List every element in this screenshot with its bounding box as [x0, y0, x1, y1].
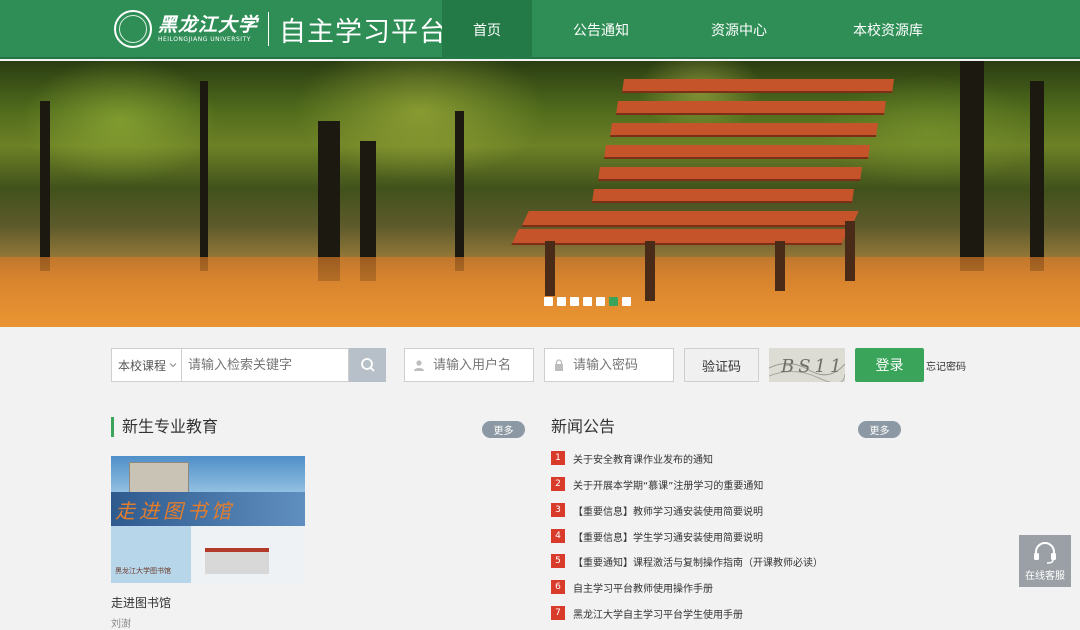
online-service-label: 在线客服 [1025, 570, 1065, 582]
course-card-title[interactable]: 走进图书馆 [111, 594, 171, 611]
chevron-down-icon [169, 363, 177, 368]
search-icon [360, 358, 375, 372]
bench-illustration [505, 71, 905, 301]
freshman-education-title: 新生专业教育 [111, 417, 218, 437]
course-card-author: 刘澍 [111, 619, 131, 630]
user-icon [405, 359, 433, 371]
platform-title: 自主学习平台 [279, 16, 448, 48]
carousel-dot[interactable] [596, 297, 605, 306]
search-button[interactable] [349, 348, 386, 382]
carousel-dot[interactable] [583, 297, 592, 306]
news-more-button[interactable]: 更多 [858, 421, 901, 438]
captcha-text: BS11 [780, 356, 845, 377]
nav-item-school-library[interactable]: 本校资源库 [808, 0, 968, 59]
nav-item-announcements[interactable]: 公告通知 [532, 0, 670, 59]
news-item[interactable]: 4 【重要信息】学生学习通安装使用简要说明 [551, 528, 763, 544]
news-rank-badge: 5 [551, 554, 565, 568]
news-item[interactable]: 1 关于安全教育课作业发布的通知 [551, 450, 713, 466]
news-item[interactable]: 7 黑龙江大学自主学习平台学生使用手册 [551, 605, 743, 621]
news-item-title: 自主学习平台教师使用操作手册 [573, 583, 713, 595]
card-image-text: 走进图书馆 [115, 499, 235, 523]
carousel-dots [544, 297, 631, 306]
news-title: 新闻公告 [551, 417, 616, 436]
news-item[interactable]: 6 自主学习平台教师使用操作手册 [551, 579, 713, 595]
news-rank-badge: 3 [551, 503, 565, 517]
forgot-password-link[interactable]: 忘记密码 [926, 358, 966, 373]
username-field[interactable] [404, 348, 534, 382]
login-button[interactable]: 登录 [855, 348, 924, 382]
password-input[interactable] [573, 350, 663, 380]
carousel-dot[interactable] [609, 297, 618, 306]
captcha-image[interactable]: BS11 [769, 348, 845, 382]
carousel-dot[interactable] [570, 297, 579, 306]
search-scope-select[interactable]: 本校课程 [111, 348, 181, 382]
news-item-title: 关于开展本学期“慕课”注册学习的重要通知 [573, 480, 764, 492]
news-item-title: 【重要信息】学生学习通安装使用简要说明 [573, 532, 763, 544]
news-item-title: 黑龙江大学自主学习平台学生使用手册 [573, 609, 743, 621]
news-rank-badge: 4 [551, 529, 565, 543]
news-item-title: 【重要信息】教师学习通安装使用简要说明 [573, 506, 763, 518]
card-image-caption: 黑龙江大学图书馆 [115, 567, 171, 575]
header-bar: 黑龙江大学 HEILONGJIANG UNIVERSITY 自主学习平台 首页 … [0, 0, 1080, 59]
news-item[interactable]: 3 【重要信息】教师学习通安装使用简要说明 [551, 502, 763, 518]
nav-item-resource-center[interactable]: 资源中心 [670, 0, 808, 59]
carousel-dot[interactable] [622, 297, 631, 306]
course-card-image[interactable]: 走进图书馆 黑龙江大学图书馆 [111, 456, 305, 583]
site-logo[interactable]: 黑龙江大学 HEILONGJIANG UNIVERSITY 自主学习平台 [114, 8, 447, 50]
carousel-dot[interactable] [557, 297, 566, 306]
captcha-input[interactable]: 验证码 [684, 348, 759, 382]
freshman-more-button[interactable]: 更多 [482, 421, 525, 438]
search-input[interactable] [181, 348, 349, 382]
news-item-title: 【重要通知】课程激活与复制操作指南（开课教师必读） [573, 557, 823, 569]
banner-carousel[interactable] [0, 61, 1080, 327]
username-input[interactable] [433, 350, 523, 380]
news-item[interactable]: 2 关于开展本学期“慕课”注册学习的重要通知 [551, 476, 763, 492]
news-item[interactable]: 5 【重要通知】课程激活与复制操作指南（开课教师必读） [551, 553, 823, 569]
school-name-cn: 黑龙江大学 [158, 14, 259, 36]
news-item-title: 关于安全教育课作业发布的通知 [573, 454, 713, 466]
news-rank-badge: 7 [551, 606, 565, 620]
news-rank-badge: 1 [551, 451, 565, 465]
main-nav: 首页 公告通知 资源中心 本校资源库 [442, 0, 968, 59]
carousel-dot[interactable] [544, 297, 553, 306]
online-service-button[interactable]: 在线客服 [1019, 535, 1071, 587]
lock-icon [545, 359, 573, 371]
nav-item-home[interactable]: 首页 [442, 0, 532, 59]
school-name-en: HEILONGJIANG UNIVERSITY [158, 36, 251, 43]
news-rank-badge: 6 [551, 580, 565, 594]
news-rank-badge: 2 [551, 477, 565, 491]
university-seal-icon [114, 10, 152, 48]
password-field[interactable] [544, 348, 674, 382]
logo-divider [268, 12, 270, 46]
headset-icon [1034, 541, 1056, 564]
